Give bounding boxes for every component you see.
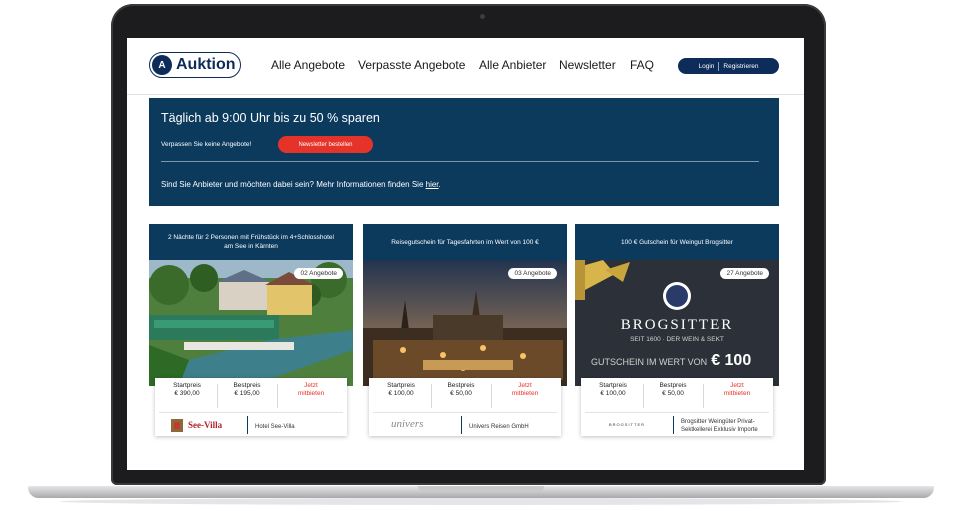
divider	[643, 384, 644, 408]
provider-name[interactable]: Hotel See-Villa	[255, 423, 295, 431]
provider-logo: See-Villa	[169, 416, 241, 434]
camera	[480, 14, 485, 19]
divider	[585, 412, 769, 413]
login-button[interactable]: Login	[699, 63, 715, 70]
price-box: Startpreis € 100,00 Bestpreis € 50,00 Jetz…	[581, 378, 773, 436]
offer-count: 02 Angebote	[294, 268, 343, 279]
hero-title: Täglich ab 9:00 Uhr bis zu 50 % sparen	[161, 111, 380, 125]
offer-card-hotel[interactable]: 2 Nächte für 2 Personen mit Frühstück im…	[149, 224, 353, 450]
provider-logo: univers	[391, 418, 424, 430]
bid-now-link[interactable]: Jetzt mitbieten	[493, 382, 557, 408]
voucher-since: SEIT 1600 · DER WEIN & SEKT	[630, 336, 724, 343]
voucher-image: BROGSITTER SEIT 1600 · DER WEIN & SEKT G…	[575, 260, 779, 386]
divider	[247, 416, 248, 434]
offer-card-winery[interactable]: 100 € Gutschein für Weingut Brogsitter B…	[575, 224, 779, 450]
nav-missed-offers[interactable]: Verpasste Angebote	[358, 58, 465, 72]
divider	[159, 412, 343, 413]
hero-divider	[161, 161, 759, 162]
brogsitter-crest-icon	[666, 285, 688, 307]
provider-name[interactable]: Brogsitter Weingüter Privat- Sektkellerei…	[681, 418, 758, 434]
card-title: Reisegutschein für Tagesfahrten im Wert …	[363, 224, 567, 260]
nav-faq[interactable]: FAQ	[630, 58, 654, 72]
browser-screen: A Auktion Alle Angebote Verpasste Angebo…	[127, 38, 804, 470]
divider	[277, 384, 278, 408]
brand-name: Auktion	[176, 56, 236, 73]
auth-divider	[718, 61, 720, 71]
bid-now-link[interactable]: Jetzt mitbieten	[705, 382, 769, 408]
hotel-crest-icon	[171, 419, 183, 432]
offer-count: 03 Angebote	[508, 268, 557, 279]
divider	[461, 416, 462, 434]
auktion-logo-icon: A	[152, 55, 172, 75]
brand-logo[interactable]: A Auktion	[149, 52, 241, 78]
divider	[673, 416, 674, 434]
start-price: Startpreis € 390,00	[173, 382, 201, 397]
nav-all-providers[interactable]: Alle Anbieter	[479, 58, 546, 72]
offer-count: 27 Angebote	[720, 268, 769, 279]
best-price: Bestpreis € 195,00	[233, 382, 261, 397]
divider	[491, 384, 492, 408]
nav-newsletter[interactable]: Newsletter	[559, 58, 616, 72]
divider	[703, 384, 704, 408]
best-price: Bestpreis € 50,00	[659, 382, 687, 397]
card-title: 2 Nächte für 2 Personen mit Frühstück im…	[149, 224, 353, 260]
start-price: Startpreis € 100,00	[599, 382, 627, 397]
nav-all-offers[interactable]: Alle Angebote	[271, 58, 345, 72]
provider-logo: BROGSITTER	[609, 422, 646, 427]
bid-now-link[interactable]: Jetzt mitbieten	[279, 382, 343, 408]
provider-name[interactable]: Univers Reisen GmbH	[469, 423, 529, 431]
card-title: 100 € Gutschein für Weingut Brogsitter	[575, 224, 779, 260]
laptop-notch	[418, 486, 544, 492]
divider	[373, 412, 557, 413]
divider	[431, 384, 432, 408]
newsletter-button[interactable]: Newsletter bestellen	[278, 136, 373, 153]
offer-card-travel[interactable]: Reisegutschein für Tagesfahrten im Wert …	[363, 224, 567, 450]
hotel-image: 02 Angebote	[149, 260, 353, 386]
top-nav: A Auktion Alle Angebote Verpasste Angebo…	[127, 38, 804, 95]
voucher-value: GUTSCHEIN IM WERT VON € 100	[591, 352, 752, 369]
price-box: Startpreis € 100,00 Bestpreis € 50,00 Jetz…	[369, 378, 561, 436]
hero-banner: Täglich ab 9:00 Uhr bis zu 50 % sparen V…	[149, 98, 779, 206]
city-image: 03 Angebote	[363, 260, 567, 386]
divider	[217, 384, 218, 408]
register-button[interactable]: Registrieren	[723, 63, 758, 70]
best-price: Bestpreis € 50,00	[447, 382, 475, 397]
hero-subtitle: Verpassen Sie keine Angebote!	[161, 141, 252, 148]
provider-info: Sind Sie Anbieter und möchten dabei sein…	[161, 180, 441, 189]
price-box: Startpreis € 390,00 Bestpreis € 195,00 Jet…	[155, 378, 347, 436]
auth-pill: Login Registrieren	[678, 58, 779, 74]
laptop-frame: A Auktion Alle Angebote Verpasste Angebo…	[0, 0, 962, 511]
voucher-brand: BROGSITTER	[620, 317, 734, 333]
provider-info-link[interactable]: hier	[426, 180, 439, 189]
laptop-shadow	[60, 498, 902, 505]
start-price: Startpreis € 100,00	[387, 382, 415, 397]
